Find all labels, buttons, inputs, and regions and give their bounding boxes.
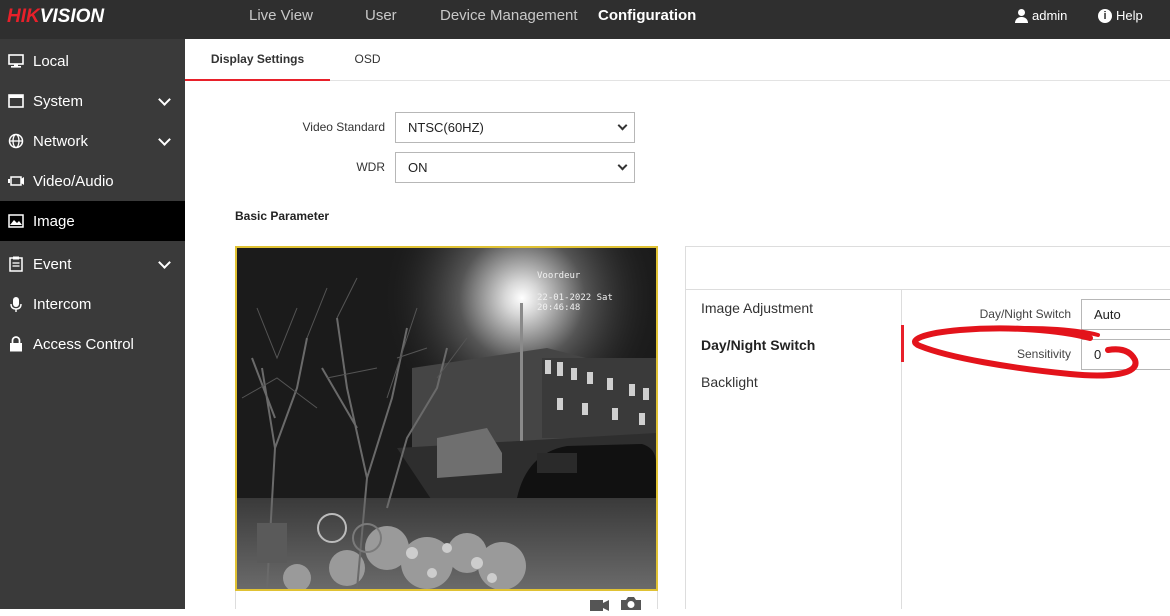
sidebar-item-label: Video/Audio: [33, 172, 114, 190]
sidebar-item-video-audio[interactable]: Video/Audio: [0, 161, 185, 201]
basic-parameter-title: Basic Parameter: [235, 209, 330, 223]
sidebar: Local System Network Video/Audio Image E…: [0, 39, 185, 609]
sensitivity-select[interactable]: 0: [1081, 339, 1170, 370]
snapshot-camera-icon[interactable]: [621, 596, 641, 615]
osd-timestamp: 22-01-2022 Sat 20:46:48: [537, 293, 613, 313]
nav-configuration[interactable]: Configuration: [598, 7, 696, 25]
tab-osd[interactable]: OSD: [345, 39, 390, 81]
image-icon: [6, 214, 26, 228]
sidebar-item-label: Intercom: [33, 295, 92, 313]
sidebar-item-label: Local: [33, 52, 69, 70]
sidebar-item-label: Event: [33, 255, 72, 273]
day-night-switch-label: Day/Night Switch: [979, 307, 1071, 321]
video-standard-label: Video Standard: [302, 120, 385, 134]
chevron-down-icon: [617, 120, 628, 131]
active-menu-indicator: [901, 325, 904, 362]
chevron-down-icon[interactable]: [158, 133, 171, 146]
sidebar-item-system[interactable]: System: [0, 81, 185, 121]
camera-icon: [6, 175, 26, 187]
sidebar-item-access-control[interactable]: Access Control: [0, 324, 185, 364]
sidebar-item-network[interactable]: Network: [0, 121, 185, 161]
nav-device-management[interactable]: Device Management: [440, 7, 578, 25]
chevron-down-icon[interactable]: [158, 93, 171, 106]
sensitivity-label: Sensitivity: [1016, 347, 1071, 361]
tab-display-settings[interactable]: Display Settings: [185, 39, 330, 81]
chevron-down-icon[interactable]: [158, 256, 171, 269]
menu-image-adjustment[interactable]: Image Adjustment: [701, 300, 813, 316]
sidebar-item-label: Image: [33, 212, 75, 230]
sensitivity-value: 0: [1094, 347, 1102, 362]
monitor-icon: [6, 53, 26, 69]
help-label: Help: [1116, 8, 1143, 23]
osd-camera-name: Voordeur: [537, 271, 581, 281]
user-menu[interactable]: admin: [1015, 8, 1067, 23]
menu-backlight[interactable]: Backlight: [701, 374, 758, 390]
chevron-down-icon: [617, 160, 628, 171]
sidebar-item-image[interactable]: Image: [0, 201, 185, 241]
wdr-select[interactable]: ON: [395, 152, 635, 183]
wdr-value: ON: [408, 160, 428, 175]
nav-user[interactable]: User: [365, 7, 397, 25]
video-standard-select[interactable]: NTSC(60HZ): [395, 112, 635, 143]
day-night-switch-value: Auto: [1094, 307, 1121, 322]
top-navigation-bar: HIKVISION Live View User Device Manageme…: [0, 0, 1170, 39]
info-icon: i: [1098, 8, 1112, 23]
system-icon: [6, 94, 26, 108]
menu-day-night-switch[interactable]: Day/Night Switch: [701, 337, 815, 353]
tab-bar: Display Settings OSD: [185, 39, 1170, 81]
microphone-icon: [6, 296, 26, 313]
wdr-label: WDR: [356, 160, 385, 174]
sidebar-item-label: Access Control: [33, 335, 134, 353]
nav-live-view[interactable]: Live View: [249, 7, 313, 25]
help-button[interactable]: i Help: [1098, 8, 1143, 23]
clipboard-icon: [6, 256, 26, 272]
sidebar-item-label: Network: [33, 132, 89, 150]
settings-panel-header: [685, 246, 1170, 290]
sidebar-item-label: System: [33, 92, 84, 110]
user-icon: [1015, 8, 1028, 23]
sidebar-item-intercom[interactable]: Intercom: [0, 284, 185, 324]
day-night-switch-select[interactable]: Auto: [1081, 299, 1170, 330]
hikvision-logo: HIKVISION: [7, 6, 105, 27]
preview-toolbar: [235, 591, 658, 611]
sidebar-item-local[interactable]: Local: [0, 41, 185, 81]
video-standard-value: NTSC(60HZ): [408, 120, 484, 135]
sidebar-item-event[interactable]: Event: [0, 244, 185, 284]
globe-icon: [6, 133, 26, 149]
user-name: admin: [1032, 8, 1068, 23]
live-preview[interactable]: Voordeur 22-01-2022 Sat 20:46:48: [235, 246, 658, 591]
lock-icon: [6, 336, 26, 352]
record-video-icon[interactable]: [590, 598, 610, 616]
